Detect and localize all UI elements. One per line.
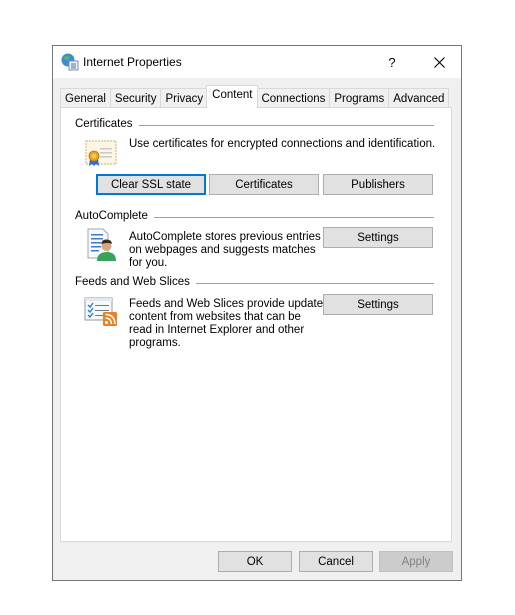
feeds-group-label: Feeds and Web Slices <box>75 276 196 288</box>
tab-strip: General Security Privacy Content Connect… <box>60 85 450 108</box>
cancel-button[interactable]: Cancel <box>299 551 373 572</box>
apply-button[interactable]: Apply <box>379 551 453 572</box>
tab-security[interactable]: Security <box>109 88 162 108</box>
autocomplete-settings-button[interactable]: Settings <box>323 227 433 248</box>
feeds-description: Feeds and Web Slices provide updated con… <box>129 298 330 350</box>
tab-content[interactable]: Content <box>206 85 259 108</box>
certificates-group-label: Certificates <box>75 118 139 130</box>
tab-programs[interactable]: Programs <box>329 88 390 108</box>
tab-label: Connections <box>261 92 326 105</box>
help-label: ? <box>388 54 396 70</box>
tab-label: Advanced <box>393 92 445 105</box>
tab-label: Programs <box>334 92 385 105</box>
tab-connections[interactable]: Connections <box>256 88 331 108</box>
tab-label: Content <box>212 89 253 101</box>
autocomplete-settings-label: Settings <box>357 231 399 244</box>
ok-button[interactable]: OK <box>218 551 292 572</box>
help-button[interactable]: ? <box>375 46 409 78</box>
cancel-label: Cancel <box>318 555 354 568</box>
content-tab-panel: Certificates Use certificates for encryp… <box>60 107 452 542</box>
autocomplete-group-label: AutoComplete <box>75 210 154 222</box>
certificates-group-divider <box>136 125 434 126</box>
tab-general[interactable]: General <box>60 88 111 108</box>
tab-label: Privacy <box>165 92 204 105</box>
feeds-group-divider <box>185 283 434 284</box>
certificate-icon <box>85 140 117 166</box>
description-line: AutoComplete stores previous entries <box>129 231 321 243</box>
publishers-button-label: Publishers <box>351 178 405 191</box>
feeds-icon <box>84 297 117 326</box>
close-icon <box>433 56 445 68</box>
tab-advanced[interactable]: Advanced <box>388 88 450 108</box>
feeds-settings-button[interactable]: Settings <box>323 294 433 315</box>
tab-label: Security <box>114 92 157 105</box>
description-line: content from websites that can be <box>129 311 301 323</box>
publishers-button[interactable]: Publishers <box>323 174 433 195</box>
description-line: on webpages and suggests matches <box>129 244 316 256</box>
internet-properties-dialog: Internet Properties ? General Security P… <box>52 45 462 581</box>
tab-label: General <box>65 92 106 105</box>
title-bar[interactable]: Internet Properties ? <box>53 46 461 78</box>
apply-label: Apply <box>401 555 431 568</box>
close-button[interactable] <box>417 46 461 78</box>
clear-ssl-state-button[interactable]: Clear SSL state <box>96 174 206 195</box>
ok-label: OK <box>246 555 264 568</box>
autocomplete-group-divider <box>149 217 434 218</box>
clear-ssl-state-label: Clear SSL state <box>110 178 192 191</box>
window-title: Internet Properties <box>83 55 182 69</box>
autocomplete-icon <box>87 228 116 261</box>
autocomplete-description: AutoComplete stores previous entries on … <box>129 231 321 270</box>
description-line: Feeds and Web Slices provide updated <box>129 298 330 310</box>
certificates-button-label: Certificates <box>235 178 293 191</box>
certificates-button[interactable]: Certificates <box>209 174 319 195</box>
description-line: for you. <box>129 257 168 269</box>
description-line: read in Internet Explorer and other <box>129 324 305 336</box>
tab-privacy[interactable]: Privacy <box>160 88 209 108</box>
feeds-settings-label: Settings <box>357 298 399 311</box>
internet-options-icon <box>61 53 79 71</box>
description-line: programs. <box>129 337 181 349</box>
certificates-description: Use certificates for encrypted connectio… <box>129 138 436 150</box>
